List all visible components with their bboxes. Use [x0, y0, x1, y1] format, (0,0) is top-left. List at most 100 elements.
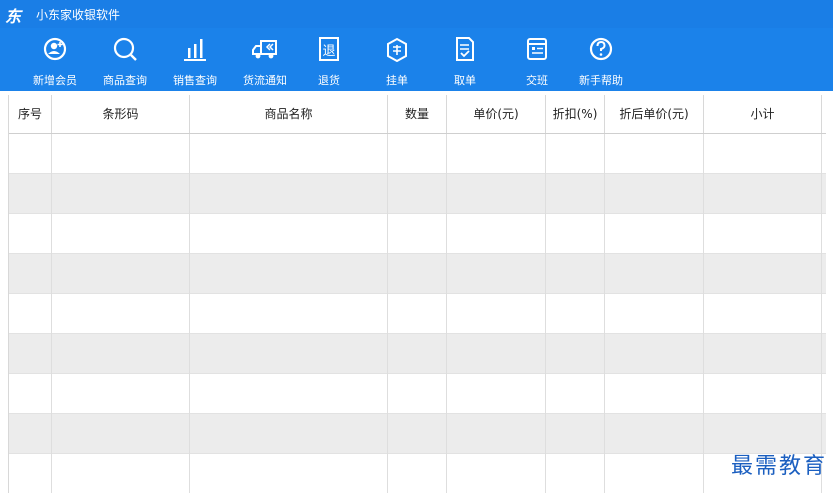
table-cell[interactable] [605, 414, 704, 454]
table-cell[interactable] [190, 254, 388, 294]
table-cell[interactable] [447, 414, 546, 454]
table-cell[interactable] [52, 174, 190, 214]
table-cell[interactable] [9, 374, 52, 414]
table-cell[interactable] [190, 134, 388, 174]
table-row[interactable] [9, 254, 826, 294]
table-cell[interactable] [9, 254, 52, 294]
table-cell[interactable] [190, 414, 388, 454]
table-cell[interactable] [447, 294, 546, 334]
table-cell[interactable] [52, 214, 190, 254]
app-logo: 东 [5, 7, 22, 26]
table-cell[interactable] [704, 254, 822, 294]
goods-notice-button[interactable]: 货流通知 [236, 32, 294, 88]
table-cell[interactable] [704, 214, 822, 254]
table-cell[interactable] [388, 414, 447, 454]
table-cell[interactable] [546, 254, 605, 294]
sales-query-button[interactable]: 销售查询 [166, 32, 224, 88]
table-cell[interactable] [605, 334, 704, 374]
table-cell[interactable] [190, 334, 388, 374]
table-cell[interactable] [704, 334, 822, 374]
table-cell[interactable] [52, 134, 190, 174]
table-cell[interactable] [9, 454, 52, 493]
table-cell[interactable] [605, 134, 704, 174]
table-cell[interactable] [9, 134, 52, 174]
retrieve-order-button[interactable]: 取单 [436, 32, 494, 88]
table-cell[interactable] [546, 174, 605, 214]
table-cell[interactable] [605, 454, 704, 493]
new-member-button[interactable]: 新增会员 [26, 32, 84, 88]
col-header-index[interactable]: 序号 [9, 95, 52, 133]
table-cell[interactable] [605, 374, 704, 414]
toolbar: 新增会员 商品查询 销售查询 货流通知 退 退货 挂单 取单 交班 新手帮助 [0, 28, 833, 91]
table-cell[interactable] [447, 334, 546, 374]
table-cell[interactable] [546, 374, 605, 414]
table-cell[interactable] [52, 454, 190, 493]
table-cell[interactable] [447, 214, 546, 254]
col-header-barcode[interactable]: 条形码 [52, 95, 190, 133]
table-cell[interactable] [546, 454, 605, 493]
table-cell[interactable] [9, 294, 52, 334]
table-cell[interactable] [9, 214, 52, 254]
table-row[interactable] [9, 174, 826, 214]
table-cell[interactable] [9, 334, 52, 374]
table-cell[interactable] [447, 374, 546, 414]
table-cell[interactable] [190, 214, 388, 254]
table-cell[interactable] [704, 374, 822, 414]
table-cell[interactable] [190, 454, 388, 493]
table-cell[interactable] [605, 214, 704, 254]
col-header-subtotal[interactable]: 小计 [704, 95, 822, 133]
product-query-button[interactable]: 商品查询 [96, 32, 154, 88]
table-cell[interactable] [447, 174, 546, 214]
table-cell[interactable] [52, 334, 190, 374]
table-cell[interactable] [9, 174, 52, 214]
table-cell[interactable] [52, 374, 190, 414]
table-cell[interactable] [388, 454, 447, 493]
table-cell[interactable] [704, 174, 822, 214]
col-header-discount[interactable]: 折扣(%) [546, 95, 605, 133]
table-cell[interactable] [546, 214, 605, 254]
help-button[interactable]: 新手帮助 [572, 32, 630, 88]
table-row[interactable] [9, 414, 826, 454]
table-cell[interactable] [52, 254, 190, 294]
table-cell[interactable] [546, 294, 605, 334]
table-cell[interactable] [605, 174, 704, 214]
table-cell[interactable] [546, 414, 605, 454]
table-row[interactable] [9, 374, 826, 414]
table-cell[interactable] [388, 334, 447, 374]
table-cell[interactable] [546, 134, 605, 174]
table-cell[interactable] [546, 334, 605, 374]
table-cell[interactable] [447, 254, 546, 294]
table-row[interactable] [9, 294, 826, 334]
table-cell[interactable] [447, 134, 546, 174]
table-cell[interactable] [388, 174, 447, 214]
table-row[interactable] [9, 454, 826, 493]
table-row[interactable] [9, 214, 826, 254]
app-title: 小东家收银软件 [36, 8, 121, 22]
table-cell[interactable] [190, 174, 388, 214]
table-cell[interactable] [605, 294, 704, 334]
table-cell[interactable] [388, 374, 447, 414]
table-cell[interactable] [388, 214, 447, 254]
col-header-product-name[interactable]: 商品名称 [190, 95, 388, 133]
table-cell[interactable] [190, 374, 388, 414]
table-row[interactable] [9, 334, 826, 374]
hang-order-button[interactable]: 挂单 [368, 32, 426, 88]
table-cell[interactable] [52, 294, 190, 334]
table-cell[interactable] [704, 134, 822, 174]
table-cell[interactable] [52, 414, 190, 454]
return-button[interactable]: 退 退货 [300, 32, 358, 88]
table-cell[interactable] [388, 134, 447, 174]
col-header-discounted-price[interactable]: 折后单价(元) [605, 95, 704, 133]
shift-handover-button[interactable]: 交班 [508, 32, 566, 88]
table-row[interactable] [9, 134, 826, 174]
table-cell[interactable] [388, 254, 447, 294]
col-header-quantity[interactable]: 数量 [388, 95, 447, 133]
table-cell[interactable] [9, 414, 52, 454]
table-cell[interactable] [190, 294, 388, 334]
col-header-unit-price[interactable]: 单价(元) [447, 95, 546, 133]
table-cell[interactable] [388, 294, 447, 334]
goods-notice-label: 货流通知 [243, 74, 287, 87]
table-cell[interactable] [447, 454, 546, 493]
table-cell[interactable] [704, 294, 822, 334]
table-cell[interactable] [605, 254, 704, 294]
